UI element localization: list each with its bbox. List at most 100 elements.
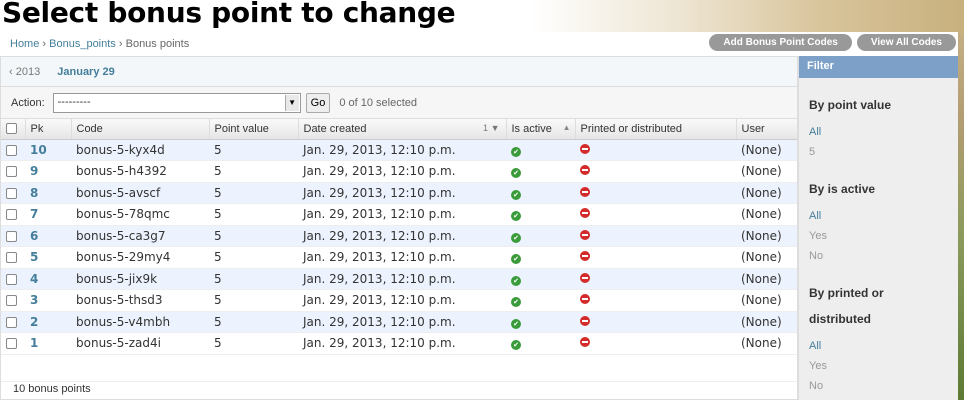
main-content: Home › Bonus_points › Bonus points Add B… (0, 32, 958, 400)
pk-link[interactable]: 2 (30, 315, 38, 329)
filter-option[interactable]: No (809, 376, 948, 396)
minus-circle-icon (580, 315, 590, 326)
filter-option[interactable]: No (809, 246, 948, 266)
filter-title: Filter (799, 56, 958, 78)
filter-option[interactable]: All (809, 206, 948, 226)
date-created-cell: Jan. 29, 2013, 12:10 p.m. (298, 203, 506, 226)
is-active-cell: ✔ (506, 246, 575, 269)
check-circle-icon: ✔ (511, 318, 521, 329)
check-circle-icon: ✔ (511, 168, 521, 179)
row-checkbox[interactable] (6, 316, 17, 328)
view-all-codes-button[interactable]: View All Codes (856, 34, 956, 51)
minus-circle-icon (580, 186, 590, 197)
column-header-date-created[interactable]: Date created 1 ▼ (297, 119, 506, 140)
is-active-cell: ✔ (506, 311, 575, 333)
table-row: 3 bonus-5-thsd3 5 Jan. 29, 2013, 12:10 p.m.… (1, 289, 797, 312)
check-circle-icon: ✔ (511, 340, 521, 351)
row-checkbox[interactable] (6, 338, 17, 350)
pk-link[interactable]: 4 (30, 272, 38, 286)
column-header-code[interactable]: Code (70, 119, 209, 140)
filter-heading: By printed or distributed (809, 286, 884, 326)
pk-cell: 8 (25, 182, 71, 204)
pk-link[interactable]: 7 (30, 207, 38, 221)
pk-cell: 3 (25, 289, 71, 312)
date-created-cell: Jan. 29, 2013, 12:10 p.m. (298, 182, 506, 204)
chevron-down-icon: ▼ (284, 94, 299, 111)
row-checkbox[interactable] (6, 166, 17, 178)
point-value-cell: 5 (209, 182, 298, 204)
row-select-cell (1, 268, 25, 290)
row-select-cell (1, 139, 25, 161)
printed-cell (575, 268, 736, 290)
point-value-cell: 5 (209, 311, 298, 333)
printed-cell (575, 289, 736, 312)
add-bonus-point-codes-button[interactable]: Add Bonus Point Codes (709, 34, 852, 51)
pk-link[interactable]: 9 (30, 164, 38, 178)
breadcrumb-current: Bonus points (125, 38, 190, 50)
row-checkbox[interactable] (6, 273, 17, 285)
row-checkbox[interactable] (6, 144, 17, 156)
pk-link[interactable]: 10 (30, 143, 47, 157)
point-value-cell: 5 (209, 246, 298, 269)
action-select[interactable]: --------- ▼ (52, 92, 301, 113)
table-row: 1 bonus-5-zad4i 5 Jan. 29, 2013, 12:10 p.m.… (1, 332, 797, 355)
point-value-cell: 5 (209, 289, 298, 312)
point-value-cell: 5 (209, 139, 298, 161)
printed-cell (575, 225, 736, 247)
user-cell: (None) (736, 160, 797, 183)
pk-link[interactable]: 3 (30, 293, 38, 307)
row-checkbox[interactable] (6, 209, 17, 221)
column-header-pk[interactable]: Pk (24, 119, 71, 140)
go-button[interactable]: Go (305, 92, 331, 113)
printed-cell (575, 160, 736, 183)
pk-link[interactable]: 1 (30, 336, 38, 350)
column-header-user[interactable]: User (735, 119, 797, 140)
filter-option[interactable]: Yes (809, 226, 948, 246)
pk-cell: 10 (25, 139, 71, 161)
sort-desc-icon: ▼ (490, 123, 500, 133)
column-header-is-active[interactable]: Is active ▲ (505, 119, 575, 140)
column-header-date-created-label: Date created (303, 122, 367, 135)
code-cell: bonus-5-78qmc (71, 203, 209, 226)
printed-cell (575, 182, 736, 204)
breadcrumb: Home › Bonus_points › Bonus points (10, 38, 189, 50)
point-value-cell: 5 (209, 225, 298, 247)
is-active-cell: ✔ (506, 268, 575, 290)
table-row: 7 bonus-5-78qmc 5 Jan. 29, 2013, 12:10 p.m.… (1, 203, 797, 226)
breadcrumb-app[interactable]: Bonus_points (49, 38, 116, 50)
row-select-cell (1, 246, 25, 269)
filter-options: All Yes No (809, 206, 948, 266)
filter-option[interactable]: 5 (809, 142, 948, 162)
check-circle-icon: ✔ (511, 297, 521, 308)
column-header-point-value[interactable]: Point value (208, 119, 298, 140)
date-created-cell: Jan. 29, 2013, 12:10 p.m. (298, 311, 506, 333)
minus-circle-icon (580, 272, 590, 283)
select-all-checkbox[interactable] (6, 123, 17, 135)
filter-option[interactable]: All (809, 336, 948, 356)
check-circle-icon: ✔ (511, 211, 521, 222)
pk-link[interactable]: 5 (30, 250, 38, 264)
pk-link[interactable]: 6 (30, 229, 38, 243)
code-cell: bonus-5-thsd3 (71, 289, 209, 312)
row-checkbox[interactable] (6, 230, 17, 242)
is-active-cell: ✔ (506, 332, 575, 355)
minus-circle-icon (580, 208, 590, 219)
row-checkbox[interactable] (6, 187, 17, 199)
row-select-cell (1, 225, 25, 247)
date-prev-link[interactable]: ‹ 2013 (9, 66, 40, 78)
row-select-cell (1, 289, 25, 312)
pk-link[interactable]: 8 (30, 186, 38, 200)
point-value-cell: 5 (209, 160, 298, 183)
table-row: 5 bonus-5-29my4 5 Jan. 29, 2013, 12:10 p.m.… (1, 246, 797, 269)
row-checkbox[interactable] (6, 295, 17, 307)
is-active-cell: ✔ (506, 289, 575, 312)
filter-option[interactable]: All (809, 122, 948, 142)
point-value-cell: 5 (209, 332, 298, 355)
filter-option[interactable]: Yes (809, 356, 948, 376)
user-cell: (None) (736, 139, 797, 161)
pk-cell: 4 (25, 268, 71, 290)
column-header-printed[interactable]: Printed or distributed (574, 119, 736, 140)
date-hierarchy: ‹ 2013 January 29 (1, 57, 797, 87)
row-checkbox[interactable] (6, 252, 17, 264)
breadcrumb-home[interactable]: Home (10, 38, 39, 50)
